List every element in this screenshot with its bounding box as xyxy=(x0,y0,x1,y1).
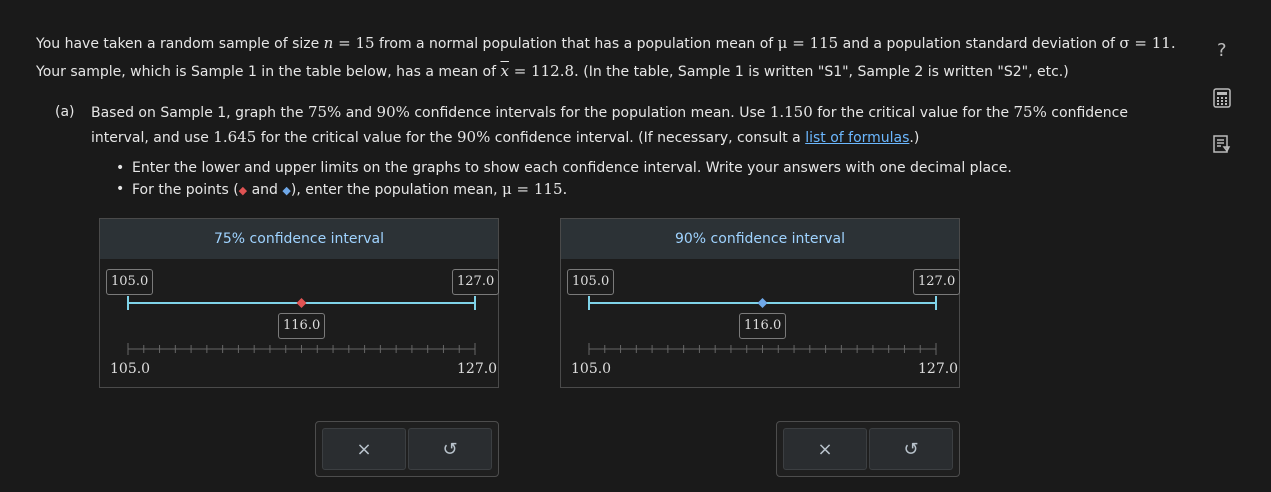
point-value-input[interactable]: 116.0 xyxy=(739,313,787,339)
clear-button[interactable]: × xyxy=(322,428,406,470)
close-icon: × xyxy=(817,438,833,460)
part-a: (a) Based on Sample 1, graph the 75% and… xyxy=(55,100,1155,150)
reset-button[interactable]: ↺ xyxy=(408,428,492,470)
calculator-icon[interactable] xyxy=(1212,88,1232,112)
intro-line-1: You have taken a random sample of size n… xyxy=(36,34,1176,52)
blue-diamond-icon: ◆ xyxy=(282,184,291,197)
notes-icon[interactable] xyxy=(1212,134,1232,158)
red-diamond-icon: ◆ xyxy=(238,184,248,197)
graph-panel-75: 75% confidence interval 105.0 127.0 116.… xyxy=(99,218,500,388)
upper-limit-input[interactable]: 127.0 xyxy=(913,269,961,295)
lower-limit-input[interactable]: 105.0 xyxy=(567,269,615,295)
clear-button[interactable]: × xyxy=(783,428,867,470)
upper-limit-input[interactable]: 127.0 xyxy=(452,269,500,295)
axis-min-label: 105.0 xyxy=(571,361,612,377)
part-label: (a) xyxy=(55,104,75,120)
action-buttons-90: × ↺ xyxy=(776,421,960,477)
graph-title: 90% confidence interval xyxy=(561,219,959,259)
point-value-input[interactable]: 116.0 xyxy=(278,313,326,339)
instruction-list: Enter the lower and upper limits on the … xyxy=(112,158,1012,201)
graph-title: 75% confidence interval xyxy=(100,219,498,259)
list-item: Enter the lower and upper limits on the … xyxy=(116,158,1012,179)
problem-statement: You have taken a random sample of size n… xyxy=(36,30,1196,86)
mean-point xyxy=(757,298,768,308)
undo-icon: ↺ xyxy=(903,438,919,460)
list-of-formulas-link[interactable]: list of formulas xyxy=(805,130,909,146)
part-a-instructions: Based on Sample 1, graph the 75% and 90%… xyxy=(91,103,1128,146)
close-icon: × xyxy=(356,438,372,460)
undo-icon: ↺ xyxy=(442,438,458,460)
axis-max-label: 127.0 xyxy=(457,361,498,377)
help-icon[interactable]: ? xyxy=(1217,40,1227,61)
intro-line-2: Your sample, which is Sample 1 in the ta… xyxy=(36,62,1069,80)
reset-button[interactable]: ↺ xyxy=(869,428,953,470)
action-buttons-75: × ↺ xyxy=(315,421,499,477)
mean-point xyxy=(296,298,307,308)
axis-max-label: 127.0 xyxy=(918,361,959,377)
graph-panel-90: 90% confidence interval 105.0 127.0 116.… xyxy=(560,218,961,388)
lower-limit-input[interactable]: 105.0 xyxy=(106,269,154,295)
axis-min-label: 105.0 xyxy=(110,361,151,377)
list-item: For the points (◆ and ◆), enter the popu… xyxy=(116,179,1012,201)
